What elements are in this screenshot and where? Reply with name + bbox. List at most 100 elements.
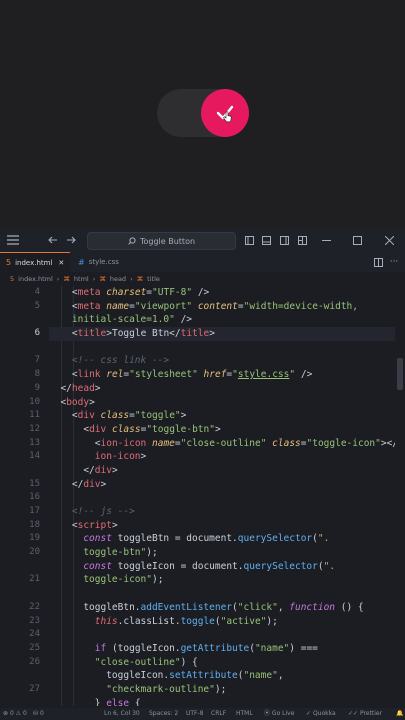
breadcrumb-item[interactable]: head xyxy=(110,275,126,283)
code-line[interactable]: initial-scale=1.0" /> xyxy=(49,313,395,327)
code-line[interactable]: toggle-btn"); xyxy=(49,546,395,560)
line-number xyxy=(0,669,40,683)
status-golive[interactable]: ⦿ Go Live xyxy=(264,708,294,720)
close-icon[interactable] xyxy=(383,228,395,252)
html5-icon: 5 xyxy=(6,258,12,267)
status-bar: ⊗ 0 ⚠ 0 ⛁ 0 Ln 6, Col 30 Spaces: 2 UTF-8… xyxy=(0,708,405,720)
line-number: 19 xyxy=(29,533,40,544)
code-line[interactable]: const toggleBtn = document.querySelector… xyxy=(49,532,395,546)
code-line[interactable]: "checkmark-outline"); xyxy=(49,683,395,697)
breadcrumb-item[interactable]: title xyxy=(147,275,160,283)
line-number xyxy=(0,697,40,706)
line-number: 22 xyxy=(29,601,40,612)
line-number: 13 xyxy=(29,437,40,448)
code-line[interactable]: const toggleIcon = document.querySelecto… xyxy=(49,560,395,574)
code-line[interactable]: <link rel="stylesheet" href="style.css" … xyxy=(49,368,395,382)
toggle-knob[interactable] xyxy=(201,89,249,137)
line-numbers: 4 5 6 7 8 9 10 11 12 13 14 15 16 17 18 1… xyxy=(0,286,40,706)
line-number: 26 xyxy=(29,656,40,667)
line-number: 23 xyxy=(29,615,40,626)
status-language[interactable]: HTML xyxy=(236,708,253,720)
code-line[interactable]: this.classList.toggle("active"); xyxy=(49,615,395,629)
line-number: 14 xyxy=(29,451,40,462)
status-quokka[interactable]: ✓ Quokka xyxy=(306,708,336,720)
code-line[interactable]: <script> xyxy=(49,519,395,533)
layout-icon[interactable] xyxy=(296,228,308,252)
line-number: 27 xyxy=(29,683,40,694)
status-problems[interactable]: ⊗ 0 ⚠ 0 xyxy=(3,708,27,720)
toggle-sidebar-icon[interactable] xyxy=(243,228,255,252)
code-line[interactable]: <body> xyxy=(49,396,395,410)
breadcrumb-item[interactable]: index.html xyxy=(18,275,53,283)
code-line[interactable]: </head> xyxy=(49,382,395,396)
tab-label: style.css xyxy=(88,258,119,266)
hand-pointer-icon xyxy=(223,111,232,123)
line-number: 20 xyxy=(29,547,40,558)
command-search[interactable]: Toggle Button xyxy=(87,232,236,250)
status-ports[interactable]: ⛁ 0 xyxy=(33,708,44,720)
toggle-switch[interactable] xyxy=(157,89,249,137)
status-prettier[interactable]: ✓✓ Prettier xyxy=(348,708,382,720)
code-line[interactable]: </div> xyxy=(49,464,395,478)
back-arrow-icon[interactable] xyxy=(47,228,59,252)
notifications-bell-icon[interactable]: 🔔 xyxy=(396,708,403,720)
vertical-scrollbar[interactable] xyxy=(395,286,405,706)
toggle-secondary-sidebar-icon[interactable] xyxy=(278,228,290,252)
menu-icon[interactable] xyxy=(6,228,20,252)
code-line[interactable]: "close-outline") { xyxy=(49,656,395,670)
code-line[interactable]: <!-- css link --> xyxy=(49,354,395,368)
status-indentation[interactable]: Spaces: 2 xyxy=(149,708,178,720)
code-line[interactable]: <title>Toggle Btn</title> xyxy=(49,327,395,341)
chevron-right-icon: › xyxy=(130,275,133,283)
preview-area xyxy=(0,0,405,228)
tab-style-css[interactable]: # style.css xyxy=(72,252,132,272)
checkmark-icon xyxy=(216,105,234,123)
line-number xyxy=(0,560,40,574)
line-number-current: 6 xyxy=(34,328,40,339)
line-number: 5 xyxy=(34,300,40,311)
code-lines[interactable]: <meta charset="UTF-8" /> <meta name="vie… xyxy=(49,286,395,706)
line-number xyxy=(0,313,40,327)
code-line[interactable]: toggle-icon"); xyxy=(49,573,395,587)
status-encoding[interactable]: UTF-8 xyxy=(186,708,204,720)
status-cursor-position[interactable]: Ln 6, Col 30 xyxy=(104,708,140,720)
status-eol[interactable]: CRLF xyxy=(211,708,226,720)
search-text: Toggle Button xyxy=(139,236,196,246)
line-number: 15 xyxy=(29,478,40,489)
more-actions-icon[interactable]: ··· xyxy=(388,252,400,272)
code-line[interactable]: <div class="toggle"> xyxy=(49,409,395,423)
line-number: 16 xyxy=(29,492,40,503)
minimize-icon[interactable] xyxy=(320,228,332,252)
code-area[interactable]: 4 5 6 7 8 9 10 11 12 13 14 15 16 17 18 1… xyxy=(0,286,395,706)
code-line[interactable]: toggleBtn.addEventListener("click", func… xyxy=(49,601,395,615)
line-number: 8 xyxy=(34,369,40,380)
code-line[interactable]: toggleIcon.setAttribute("name", xyxy=(49,669,395,683)
tag-icon: ⌘ xyxy=(136,275,144,283)
breadcrumb: 5 index.html › ⌘ html › ⌘ head › ⌘ title xyxy=(0,272,405,286)
code-line[interactable] xyxy=(49,587,395,601)
code-line[interactable] xyxy=(49,341,395,355)
code-line[interactable]: ion-icon> xyxy=(49,450,395,464)
breadcrumb-item[interactable]: html xyxy=(74,275,89,283)
code-line[interactable]: <meta name="viewport" content="width=dev… xyxy=(49,300,395,314)
maximize-icon[interactable] xyxy=(351,228,363,252)
code-line[interactable] xyxy=(49,628,395,642)
tab-index-html[interactable]: 5 index.html ✕ xyxy=(0,252,70,272)
line-number: 25 xyxy=(29,642,40,653)
code-line[interactable]: <meta charset="UTF-8" /> xyxy=(49,286,395,300)
split-editor-icon[interactable] xyxy=(372,252,384,272)
code-line[interactable]: <div class="toggle-btn"> xyxy=(49,423,395,437)
chevron-right-icon: › xyxy=(92,275,96,283)
code-line[interactable]: </div> xyxy=(49,478,395,492)
code-line[interactable]: <ion-icon name="close-outline" class="to… xyxy=(49,437,395,451)
tab-bar: 5 index.html ✕ # style.css ··· xyxy=(0,252,405,272)
scrollbar-thumb[interactable] xyxy=(397,358,403,390)
code-line[interactable]: } else { xyxy=(49,697,395,706)
line-number: 24 xyxy=(29,629,40,640)
code-line[interactable]: if (toggleIcon.getAttribute("name") === xyxy=(49,642,395,656)
code-line[interactable]: <!-- js --> xyxy=(49,505,395,519)
tab-close-icon[interactable]: ✕ xyxy=(58,259,64,267)
code-line[interactable] xyxy=(49,491,395,505)
forward-arrow-icon[interactable] xyxy=(65,228,77,252)
toggle-panel-icon[interactable] xyxy=(260,228,272,252)
